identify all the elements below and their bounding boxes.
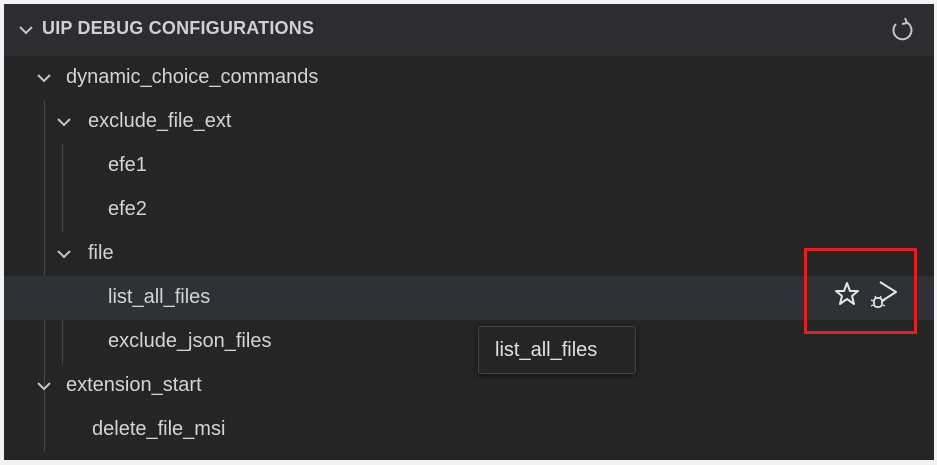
- tree-item-label: exclude_file_ext: [88, 110, 232, 132]
- section-header[interactable]: UIP DEBUG CONFIGURATIONS: [4, 4, 934, 56]
- section-title: UIP DEBUG CONFIGURATIONS: [42, 18, 315, 38]
- tree-item-dynamic-choice-commands[interactable]: dynamic_choice_commands: [4, 56, 934, 100]
- tree-item-file[interactable]: file: [4, 232, 934, 276]
- tooltip: list_all_files: [478, 326, 636, 374]
- chevron-down-icon[interactable]: [34, 68, 54, 88]
- tree-item-list-all-files[interactable]: list_all_files: [4, 276, 934, 320]
- tree-item-exclude-json-files[interactable]: exclude_json_files: [4, 320, 934, 364]
- tree-item-label: list_all_files: [108, 286, 211, 308]
- tree-item-label: exclude_json_files: [108, 330, 272, 352]
- tree-item-label: dynamic_choice_commands: [66, 66, 319, 88]
- tree-item-label: efe1: [108, 154, 147, 176]
- tree-item-label: file: [88, 242, 114, 264]
- tree-item-delete-file-msi[interactable]: delete_file_msi: [4, 408, 934, 452]
- tree-item-efe2[interactable]: efe2: [4, 188, 934, 232]
- tree-item-efe1[interactable]: efe1: [4, 144, 934, 188]
- chevron-down-icon[interactable]: [54, 244, 74, 264]
- chevron-down-icon[interactable]: [54, 112, 74, 132]
- tree-item-label: efe2: [108, 198, 147, 220]
- chevron-down-icon[interactable]: [34, 376, 54, 396]
- tree-item-exclude-file-ext[interactable]: exclude_file_ext: [4, 100, 934, 144]
- debug-configurations-panel: UIP DEBUG CONFIGURATIONS dynamic_choice_…: [4, 4, 934, 460]
- tree-item-label: delete_file_msi: [92, 418, 226, 440]
- tree-item-extension-start[interactable]: extension_start: [4, 364, 934, 408]
- highlight-box: [804, 248, 917, 334]
- refresh-icon[interactable]: [888, 16, 916, 44]
- tooltip-text: list_all_files: [495, 339, 598, 361]
- chevron-down-icon[interactable]: [16, 20, 36, 40]
- tree-item-label: extension_start: [66, 374, 202, 396]
